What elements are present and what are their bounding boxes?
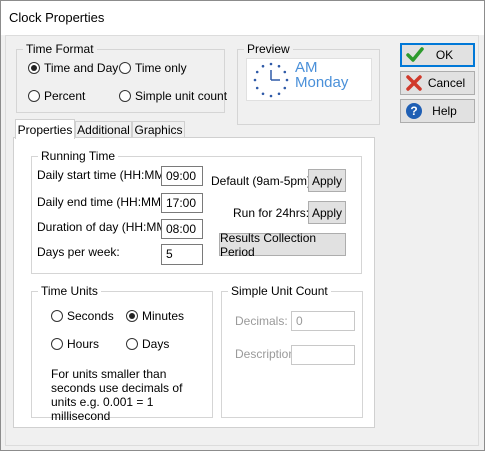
radio-simple-unit-count[interactable]: Simple unit count <box>119 89 227 103</box>
help-icon: ? <box>406 103 422 119</box>
run-24hrs-label: Run for 24hrs: <box>233 206 310 220</box>
tab-additional-label: Additional <box>77 123 130 137</box>
cancel-button[interactable]: Cancel <box>400 71 475 95</box>
help-button[interactable]: ? Help <box>400 99 475 123</box>
radio-hours[interactable]: Hours <box>51 337 99 351</box>
time-format-group: Time Format <box>16 42 225 113</box>
help-button-label: Help <box>432 104 457 118</box>
radio-seconds-label: Seconds <box>67 309 114 323</box>
svg-text:?: ? <box>410 104 417 118</box>
radio-days[interactable]: Days <box>126 337 169 351</box>
ok-button-label: OK <box>435 48 454 62</box>
results-collection-period-label: Results Collection Period <box>220 230 317 259</box>
radio-percent-circle[interactable] <box>28 90 40 102</box>
running-time-legend: Running Time <box>38 149 119 163</box>
tab-properties-label: Properties <box>17 122 73 137</box>
radio-percent-label: Percent <box>44 89 86 103</box>
radio-simple-unit-count-label: Simple unit count <box>135 89 228 103</box>
clock-properties-window: Clock Properties Time Format Time and Da… <box>0 0 485 451</box>
radio-time-and-day-label: Time and Day <box>44 61 119 75</box>
results-collection-period-button[interactable]: Results Collection Period <box>219 230 346 259</box>
daily-end-input[interactable]: 17:00 <box>161 193 203 213</box>
simple-unit-count-legend: Simple Unit Count <box>228 284 331 298</box>
radio-seconds[interactable]: Seconds <box>51 309 114 323</box>
duration-label: Duration of day (HH:MM): <box>37 220 174 234</box>
checkmark-icon <box>406 47 424 62</box>
days-per-week-label: Days per week: <box>37 245 120 259</box>
time-units-note: For units smaller than seconds use decim… <box>51 367 183 423</box>
tab-graphics[interactable]: Graphics <box>132 121 185 138</box>
radio-time-and-day-circle[interactable] <box>28 62 40 74</box>
time-units-legend: Time Units <box>38 284 101 298</box>
days-per-week-input[interactable]: 5 <box>161 244 203 265</box>
radio-time-only[interactable]: Time only <box>119 61 187 75</box>
tab-properties[interactable]: Properties <box>15 119 75 139</box>
radio-minutes-circle[interactable] <box>126 310 138 322</box>
time-format-legend: Time Format <box>23 42 97 56</box>
apply-default-button-label: Apply <box>311 173 343 188</box>
preview-day-text: Monday <box>295 74 349 91</box>
daily-start-label: Daily start time (HH:MM): <box>37 168 172 182</box>
apply-24hrs-button-label: Apply <box>311 205 343 220</box>
radio-percent[interactable]: Percent <box>28 89 85 103</box>
radio-simple-unit-count-circle[interactable] <box>119 90 131 102</box>
daily-start-input[interactable]: 09:00 <box>161 166 203 186</box>
apply-24hrs-button[interactable]: Apply <box>308 201 346 224</box>
radio-time-only-label: Time only <box>135 61 187 75</box>
radio-seconds-circle[interactable] <box>51 310 63 322</box>
radio-hours-label: Hours <box>67 337 100 351</box>
tab-graphics-label: Graphics <box>134 123 183 137</box>
daily-end-label: Daily end time (HH:MM): <box>37 195 169 209</box>
preview-box: AM Monday <box>246 58 372 101</box>
radio-minutes-label: Minutes <box>142 309 185 323</box>
description-input[interactable] <box>291 345 355 365</box>
radio-days-circle[interactable] <box>126 338 138 350</box>
description-label: Description: <box>235 347 299 361</box>
window-title: Clock Properties <box>9 10 105 25</box>
tab-additional[interactable]: Additional <box>75 121 132 138</box>
apply-default-button[interactable]: Apply <box>308 169 346 192</box>
radio-time-only-circle[interactable] <box>119 62 131 74</box>
radio-time-and-day[interactable]: Time and Day <box>28 61 118 75</box>
title-bar[interactable]: Clock Properties <box>1 1 484 35</box>
preview-legend: Preview <box>244 42 293 56</box>
default-label: Default (9am-5pm): <box>211 174 315 188</box>
decimals-label: Decimals: <box>235 314 288 328</box>
duration-input[interactable]: 08:00 <box>161 219 203 239</box>
cancel-button-label: Cancel <box>427 76 466 90</box>
close-icon <box>406 75 422 91</box>
radio-days-label: Days <box>142 337 170 351</box>
decimals-input[interactable]: 0 <box>291 311 355 331</box>
clock-face-icon <box>253 62 289 98</box>
radio-hours-circle[interactable] <box>51 338 63 350</box>
ok-button[interactable]: OK <box>400 43 475 67</box>
radio-minutes[interactable]: Minutes <box>126 309 184 323</box>
